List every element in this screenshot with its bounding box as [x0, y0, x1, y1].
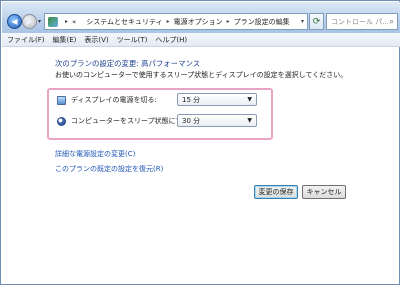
- refresh-button[interactable]: ⟳: [309, 13, 324, 30]
- forward-button[interactable]: ▶: [22, 14, 37, 29]
- page-description: お使いのコンピューターで使用するスリープ状態とディスプレイの設定を選択してくださ…: [55, 71, 348, 79]
- restore-defaults-link[interactable]: このプランの既定の設定を復元(R): [55, 164, 163, 174]
- display-off-label: ディスプレイの電源を切る:: [71, 96, 157, 104]
- search-placeholder: コントロール パ...: [331, 17, 389, 26]
- chevron-right-icon: [80, 18, 82, 25]
- cancel-button[interactable]: キャンセル: [302, 185, 346, 199]
- main-content: 次のプランの設定の変更: 高パフォーマンス お使いのコンピューターで使用するスリ…: [1, 48, 400, 286]
- search-input[interactable]: コントロール パ... ⌕: [326, 13, 398, 30]
- page-heading: 次のプランの設定の変更: 高パフォーマンス: [55, 59, 201, 68]
- save-button[interactable]: 変更の保存: [254, 185, 298, 199]
- control-panel-icon: [48, 16, 58, 27]
- breadcrumb-edit-plan[interactable]: プラン設定の編集: [234, 17, 290, 27]
- recent-pages-dropdown[interactable]: ▾: [38, 18, 41, 25]
- chevron-down-icon[interactable]: ▾: [301, 18, 304, 25]
- menu-file[interactable]: ファイル(F): [7, 35, 45, 45]
- arrow-right-icon: ▶: [26, 16, 33, 26]
- arrow-left-icon: ◀: [11, 16, 18, 26]
- advanced-settings-link[interactable]: 詳細な電源設定の変更(C): [55, 149, 135, 159]
- setting-row-display: ディスプレイの電源を切る:: [57, 93, 157, 107]
- setting-row-sleep: コンピューターをスリープ状態にする:: [57, 114, 192, 128]
- display-off-value: 15 分: [182, 95, 201, 104]
- menu-edit[interactable]: 編集(E): [53, 35, 77, 45]
- menu-help[interactable]: ヘルプ(H): [155, 35, 187, 45]
- chevron-right-icon: ▸: [226, 18, 230, 25]
- sleep-icon: [57, 116, 66, 126]
- chevron-down-icon: ▼: [247, 96, 252, 103]
- menu-bar: ファイル(F) 編集(E) 表示(V) ツール(T) ヘルプ(H): [2, 33, 400, 47]
- chevron-right-icon: ▸: [166, 18, 170, 25]
- breadcrumb-power-options[interactable]: 電源オプション: [174, 17, 223, 27]
- breadcrumb-system-security[interactable]: システムとセキュリティ: [86, 17, 162, 27]
- sleep-label: コンピューターをスリープ状態にする:: [71, 117, 193, 125]
- display-icon: [57, 95, 66, 105]
- menu-view[interactable]: 表示(V): [84, 35, 108, 45]
- title-bar: ◀ ▶ ▾ ▸ « システムとセキュリティ ▸ 電源オプション ▸ プラン設定の…: [2, 2, 400, 33]
- display-off-select[interactable]: 15 分 ▼: [177, 93, 257, 106]
- refresh-icon: ⟳: [312, 16, 321, 27]
- breadcrumb-overflow[interactable]: «: [72, 18, 76, 26]
- control-panel-window: ◀ ▶ ▾ ▸ « システムとセキュリティ ▸ 電源オプション ▸ プラン設定の…: [0, 0, 400, 285]
- sleep-select[interactable]: 30 分 ▼: [177, 114, 257, 127]
- sleep-value: 30 分: [182, 116, 201, 125]
- chevron-down-icon: ▼: [247, 117, 252, 124]
- chevron-right-icon: ▸: [65, 18, 69, 25]
- address-bar[interactable]: ▸ « システムとセキュリティ ▸ 電源オプション ▸ プラン設定の編集 ▾: [44, 13, 308, 30]
- search-icon: ⌕: [389, 17, 394, 26]
- back-button[interactable]: ◀: [7, 14, 22, 29]
- menu-tools[interactable]: ツール(T): [117, 35, 148, 45]
